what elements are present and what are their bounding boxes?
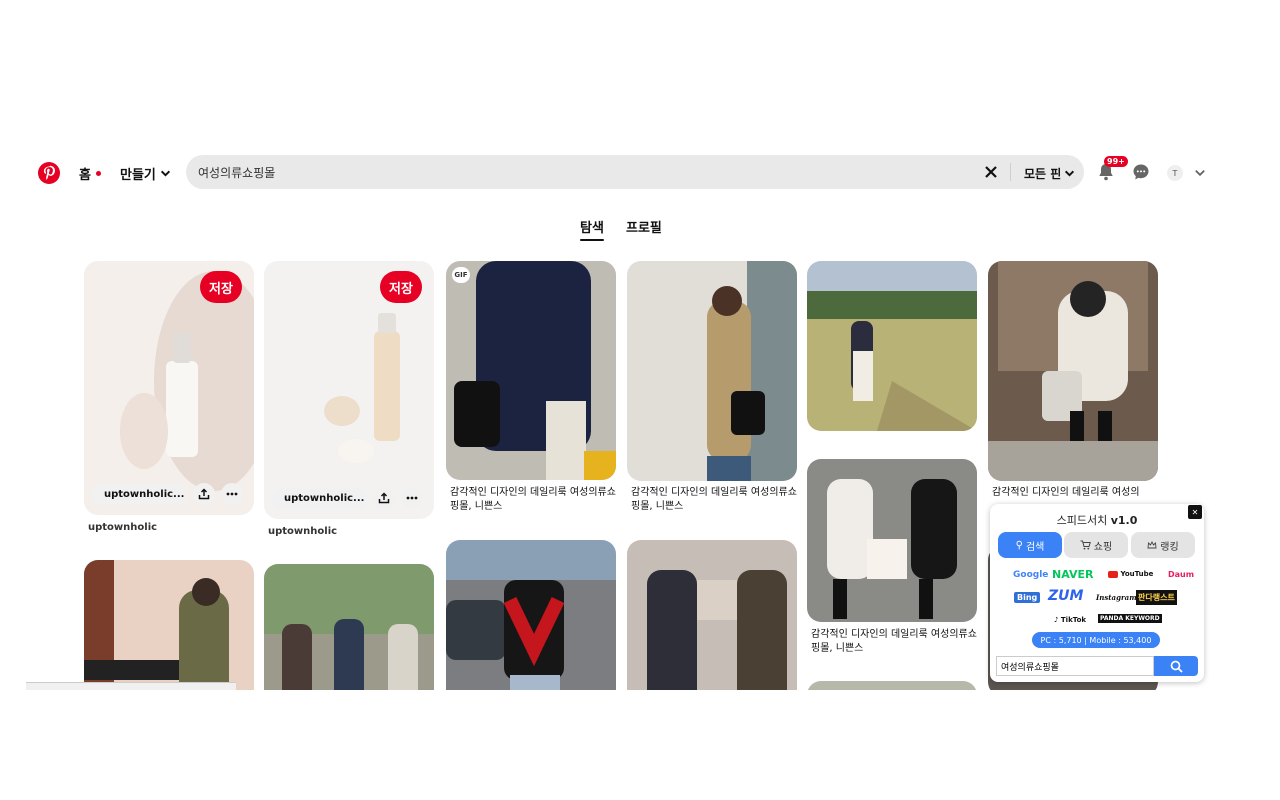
pin-source-link[interactable]: uptownholic... [272, 487, 368, 509]
extension-tab-ranking[interactable]: 랭킹 [1131, 532, 1195, 558]
engine-tiktok-label: TikTok [1060, 616, 1087, 624]
chevron-down-icon [1065, 170, 1075, 177]
more-options-button[interactable] [401, 487, 423, 509]
search-divider [1010, 163, 1011, 181]
pin-filter-dropdown[interactable]: 모든 핀 [1024, 165, 1075, 182]
crown-icon [1147, 540, 1157, 549]
engine-instagram-link[interactable]: Instagram [1096, 593, 1137, 602]
save-button[interactable]: 저장 [200, 271, 242, 303]
pin-card[interactable] [264, 564, 434, 690]
browser-status-bar [26, 682, 236, 690]
pin-source-label: uptownholic... [104, 488, 185, 500]
save-button[interactable]: 저장 [380, 271, 422, 303]
nav-create-label: 만들기 [120, 168, 156, 183]
pin-image [264, 564, 434, 690]
tab-explore[interactable]: 탐색 [580, 217, 604, 241]
search-input[interactable] [198, 155, 958, 189]
pinterest-app: 홈 만들기 모든 핀 99+ T 탐색 프로필 [26, 146, 1222, 690]
extension-title-text: 스피드서치 [1056, 514, 1108, 527]
chevron-down-icon [160, 170, 170, 177]
pin-card[interactable] [627, 540, 797, 690]
pin-image [807, 681, 977, 690]
pin-image [627, 540, 797, 690]
pin-card[interactable] [84, 560, 254, 690]
engine-youtube-link[interactable]: YouTube [1108, 570, 1153, 578]
pinterest-logo-icon[interactable] [38, 162, 60, 184]
pin-caption[interactable]: 감각적인 디자인의 데일리룩 여성의류쇼핑몰, 니쁜스 [631, 486, 797, 514]
message-icon[interactable] [1132, 163, 1150, 181]
extension-tab-search[interactable]: ⚲ 검색 [998, 532, 1062, 558]
share-button[interactable] [193, 483, 215, 505]
search-list-icon: ⚲ [1015, 539, 1023, 551]
extension-tab-shopping[interactable]: 쇼핑 [1064, 532, 1128, 558]
engine-pandarank-link[interactable]: 판다랭스트 [1136, 590, 1177, 605]
notification-badge: 99+ [1104, 156, 1128, 167]
pin-image [627, 261, 797, 481]
pin-source-link[interactable]: uptownholic... [92, 483, 188, 505]
engine-naver-link[interactable]: NAVER [1052, 568, 1093, 581]
top-header: 홈 만들기 모든 핀 99+ T [26, 146, 1222, 198]
nav-home[interactable]: 홈 [79, 164, 101, 183]
more-icon [406, 496, 418, 500]
more-icon [226, 492, 238, 496]
speedsearch-extension-panel: 스피드서치 v1.0 ✕ ⚲ 검색 쇼핑 랭킹 Google NAVER You… [990, 504, 1204, 682]
extension-tab-label: 쇼핑 [1093, 541, 1113, 553]
clear-search-icon[interactable] [983, 164, 999, 180]
pin-card[interactable] [446, 540, 616, 690]
pin-author[interactable]: uptownholic [268, 526, 337, 537]
engine-zum-link[interactable]: ZUM [1048, 588, 1083, 604]
tab-profile[interactable]: 프로필 [626, 217, 662, 236]
pin-author[interactable]: uptownholic [88, 522, 157, 533]
pin-filter-label: 모든 핀 [1024, 167, 1062, 181]
account-chevron-icon[interactable] [1194, 167, 1206, 179]
viewport: 홈 만들기 모든 핀 99+ T 탐색 프로필 [0, 0, 1280, 800]
extension-tab-label: 랭킹 [1160, 541, 1179, 553]
pin-card[interactable]: GIF [446, 261, 616, 480]
nav-create[interactable]: 만들기 [120, 164, 171, 183]
pin-image [807, 459, 977, 622]
engine-pandakeyword-link[interactable]: PANDA KEYWORD [1098, 614, 1162, 623]
extension-search-input[interactable] [996, 656, 1154, 676]
more-options-button[interactable] [221, 483, 243, 505]
pin-card[interactable]: 저장 uptownholic... [84, 261, 254, 515]
pin-source-label: uptownholic... [284, 492, 365, 504]
pin-caption[interactable]: 감각적인 디자인의 데일리룩 여성의 [992, 486, 1158, 500]
pin-image [807, 261, 977, 431]
pin-image [988, 261, 1158, 481]
pin-card[interactable] [807, 261, 977, 431]
cart-icon [1080, 540, 1091, 550]
engine-google-link[interactable]: Google [1013, 570, 1048, 580]
pin-caption[interactable]: 감각적인 디자인의 데일리룩 여성의류쇼핑몰, 니쁜스 [450, 486, 616, 514]
extension-version: v1.0 [1110, 514, 1138, 527]
pin-card[interactable]: 저장 uptownholic... [264, 261, 434, 519]
pin-image [84, 560, 254, 690]
pin-card[interactable] [807, 459, 977, 622]
search-volume-stats: PC : 5,710 | Mobile : 53,400 [1032, 632, 1160, 648]
tiktok-note-icon: ♪ [1054, 616, 1059, 624]
extension-search-button[interactable] [1154, 656, 1198, 676]
pin-card[interactable] [627, 261, 797, 481]
user-avatar[interactable]: T [1167, 165, 1183, 181]
search-icon [1170, 660, 1183, 673]
gif-badge: GIF [452, 267, 470, 283]
new-dot-icon [95, 171, 101, 176]
pin-caption[interactable]: 감각적인 디자인의 데일리룩 여성의류쇼핑몰, 니쁜스 [811, 628, 977, 656]
engine-daum-link[interactable]: Daum [1168, 570, 1194, 579]
youtube-play-icon [1108, 570, 1118, 578]
extension-close-button[interactable]: ✕ [1188, 505, 1202, 519]
share-icon [198, 488, 210, 500]
pin-card[interactable] [807, 681, 977, 690]
engine-tiktok-link[interactable]: ♪ TikTok [1054, 616, 1086, 624]
share-button[interactable] [373, 487, 395, 509]
extension-tab-label: 검색 [1025, 541, 1045, 553]
share-icon [378, 492, 390, 504]
nav-home-label: 홈 [79, 168, 91, 183]
engine-youtube-label: YouTube [1120, 570, 1154, 578]
search-bar: 모든 핀 [186, 155, 1084, 189]
pin-image [446, 261, 616, 480]
extension-title: 스피드서치 v1.0 [990, 512, 1204, 528]
pin-image [446, 540, 616, 690]
pin-card[interactable] [988, 261, 1158, 481]
engine-bing-link[interactable]: Bing [1014, 592, 1041, 603]
